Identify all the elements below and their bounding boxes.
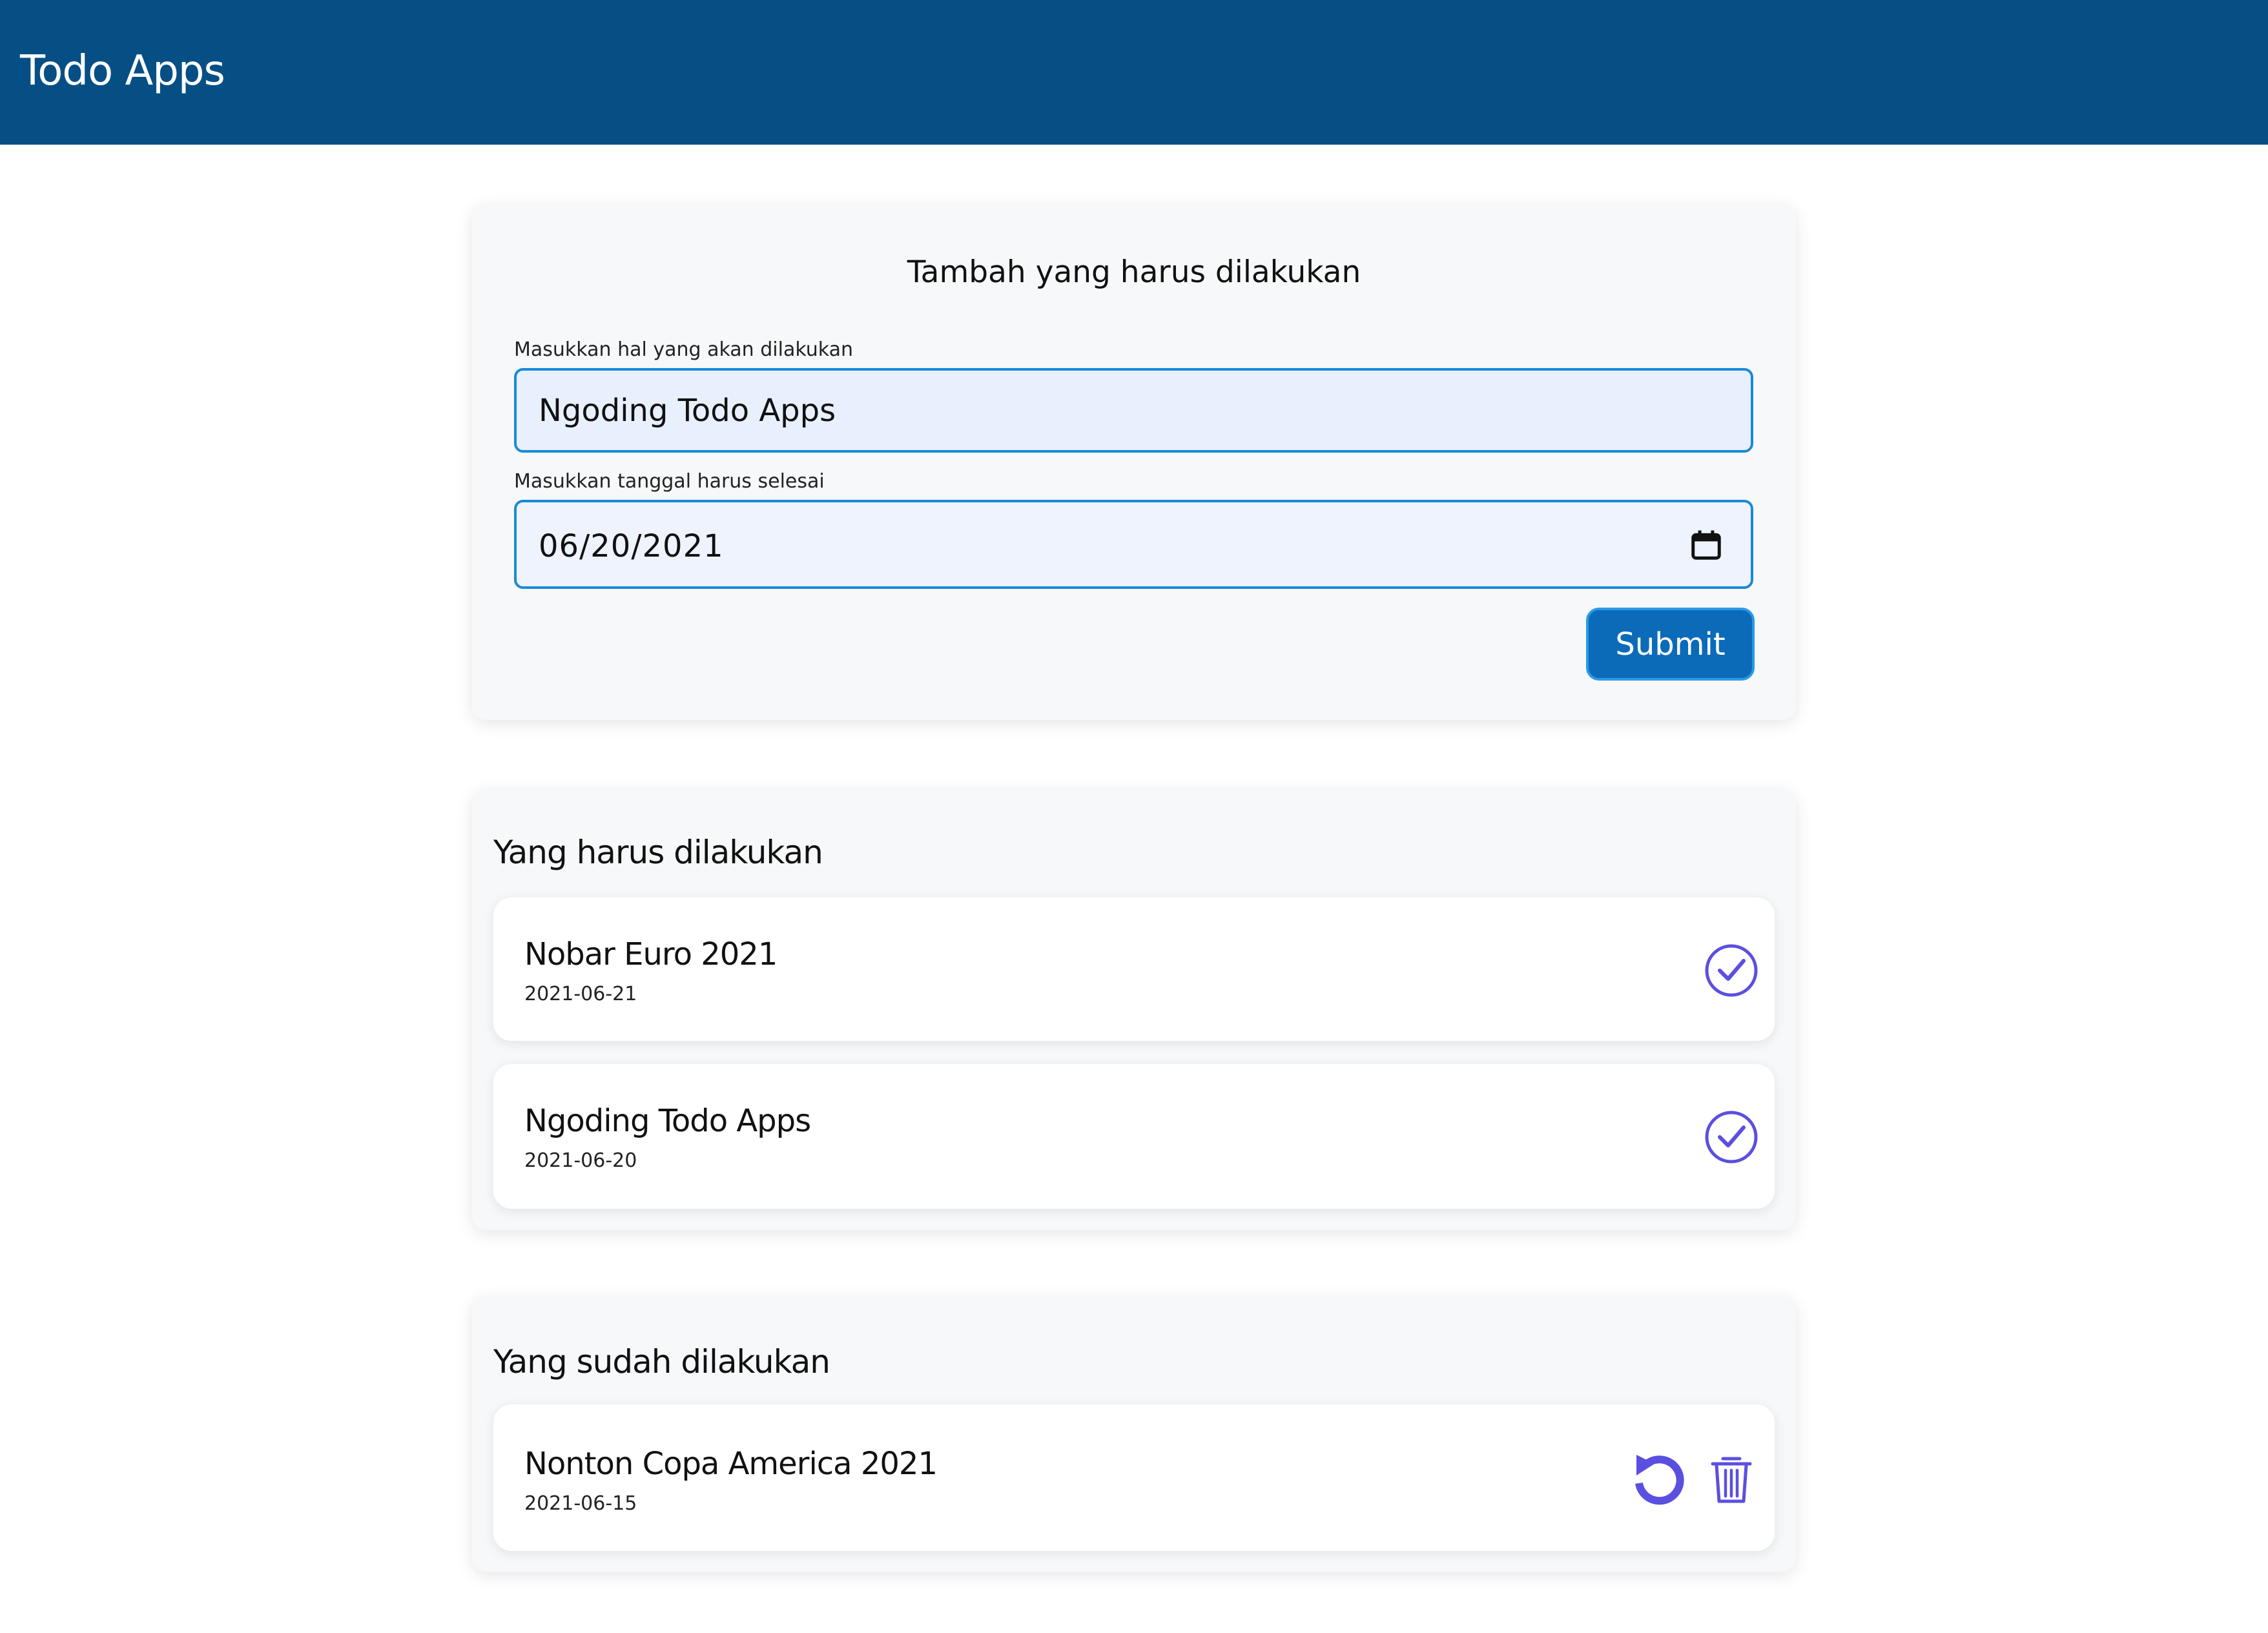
todo-item-date: 2021-06-20 bbox=[524, 1149, 637, 1172]
undo-icon bbox=[1635, 1455, 1684, 1505]
title-field-label: Masukkan hal yang akan dilakukan bbox=[514, 338, 854, 361]
done-list-section: Yang sudah dilakukan Nonton Copa America… bbox=[472, 1296, 1796, 1572]
app-header: Todo Apps bbox=[0, 0, 2268, 145]
date-input[interactable]: 06/20/2021 bbox=[514, 500, 1753, 589]
done-section-heading: Yang sudah dilakukan bbox=[493, 1343, 830, 1381]
trash-icon bbox=[1711, 1457, 1752, 1503]
trash-button[interactable] bbox=[1702, 1450, 1760, 1508]
todo-item: Nobar Euro 2021 2021-06-21 bbox=[493, 898, 1775, 1041]
submit-button[interactable]: Submit bbox=[1586, 608, 1755, 681]
todo-section-heading: Yang harus dilakukan bbox=[493, 834, 823, 871]
check-circle-icon bbox=[1705, 944, 1758, 997]
done-item-date: 2021-06-15 bbox=[524, 1492, 637, 1515]
todo-item: Ngoding Todo Apps 2021-06-20 bbox=[493, 1064, 1775, 1209]
date-value: 06/20/2021 bbox=[539, 528, 724, 564]
todo-item-title: Ngoding Todo Apps bbox=[524, 1103, 811, 1139]
undo-button[interactable] bbox=[1629, 1450, 1687, 1508]
calendar-icon[interactable] bbox=[1689, 527, 1724, 563]
todo-list-section: Yang harus dilakukan Nobar Euro 2021 202… bbox=[472, 789, 1796, 1230]
done-item: Nonton Copa America 2021 2021-06-15 bbox=[493, 1404, 1775, 1551]
check-button[interactable] bbox=[1702, 1108, 1760, 1166]
date-field-label: Masukkan tanggal harus selesai bbox=[514, 470, 825, 493]
form-heading: Tambah yang harus dilakukan bbox=[907, 254, 1361, 290]
check-button[interactable] bbox=[1702, 941, 1760, 1000]
check-circle-icon bbox=[1705, 1111, 1758, 1164]
done-item-title: Nonton Copa America 2021 bbox=[524, 1446, 938, 1482]
todo-item-date: 2021-06-21 bbox=[524, 983, 637, 1005]
add-todo-form: Tambah yang harus dilakukan Masukkan hal… bbox=[472, 204, 1796, 720]
title-input[interactable] bbox=[514, 368, 1753, 453]
app-title: Todo Apps bbox=[20, 47, 225, 95]
todo-item-title: Nobar Euro 2021 bbox=[524, 936, 778, 972]
